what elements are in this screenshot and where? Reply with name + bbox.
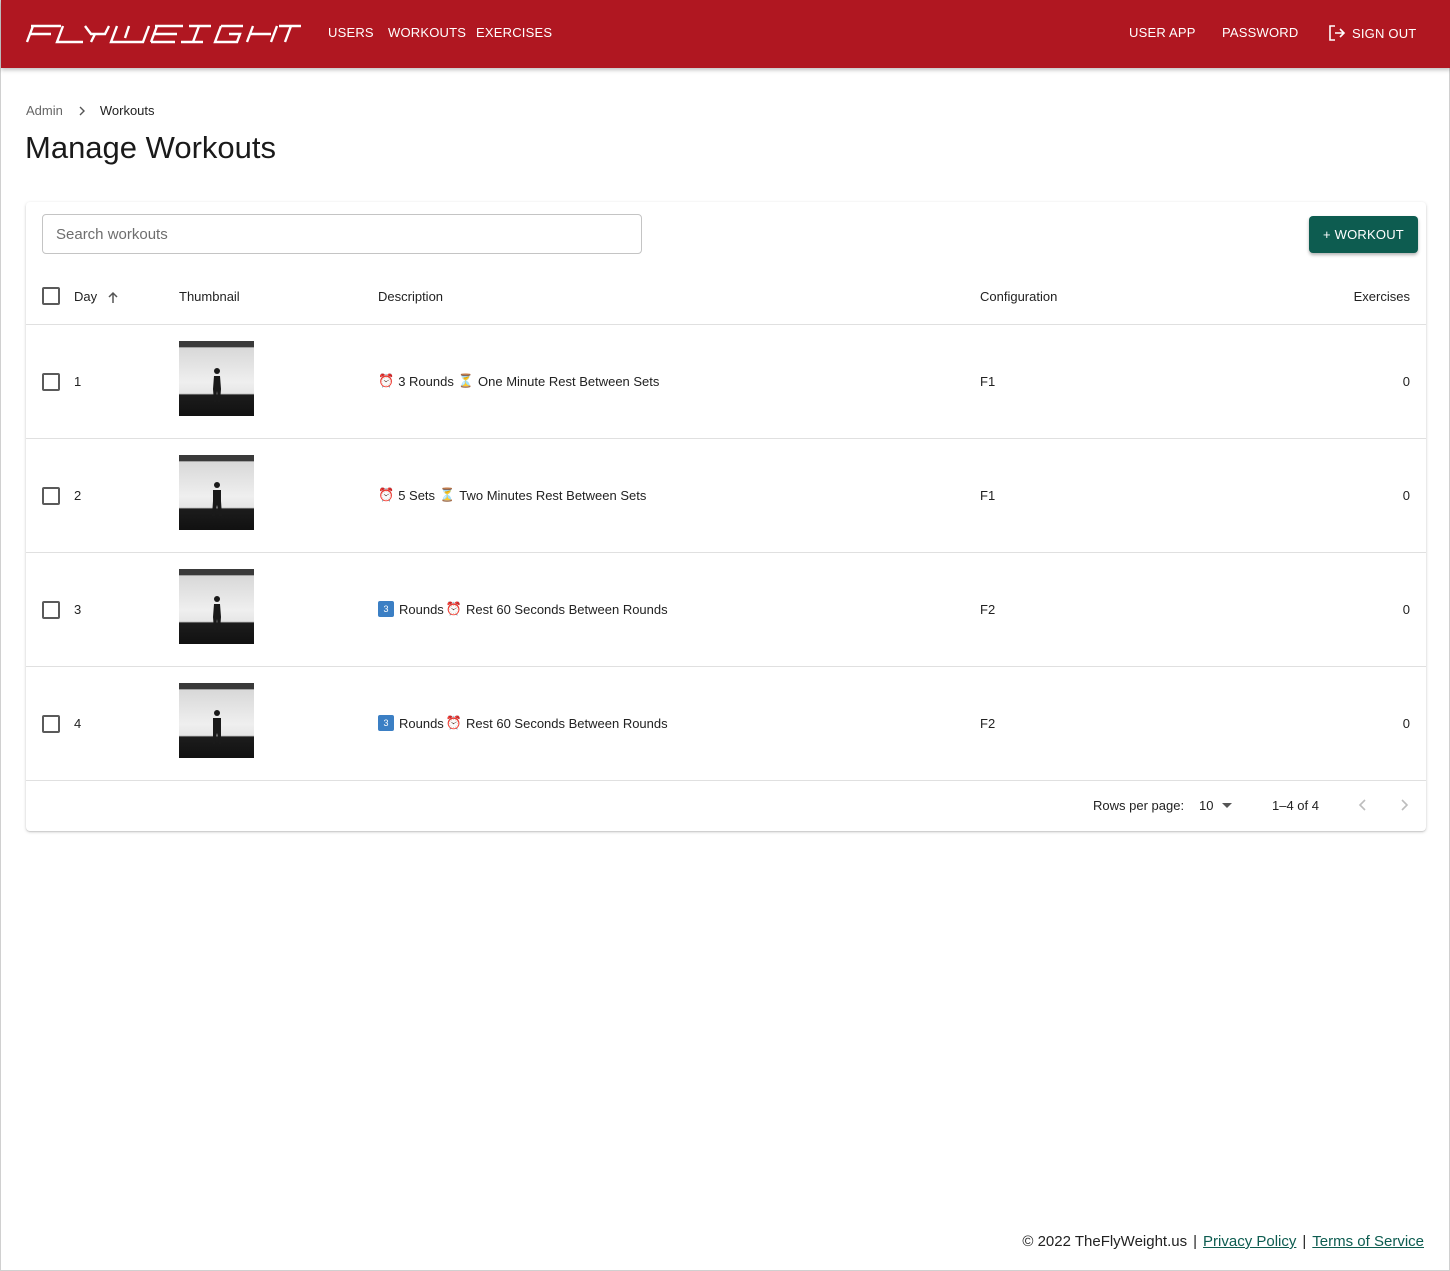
row-checkbox[interactable] <box>42 373 60 391</box>
row-description: ⏰ 5 Sets ⏳ Two Minutes Rest Between Sets <box>378 487 646 503</box>
add-workout-button[interactable]: + WORKOUT <box>1309 216 1418 253</box>
nav-exercises[interactable]: EXERCISES <box>476 25 552 40</box>
nav-users[interactable]: USERS <box>328 25 374 40</box>
alarm-clock-icon: ⏰ <box>378 373 395 388</box>
copyright-text: © 2022 TheFlyWeight.us <box>1022 1233 1188 1250</box>
search-input[interactable] <box>42 214 642 254</box>
row-configuration: F2 <box>980 716 996 731</box>
privacy-policy-link[interactable]: Privacy Policy <box>1203 1233 1296 1250</box>
row-day: 2 <box>74 488 82 503</box>
table-row[interactable]: 4 3 Rounds ⏰ Rest 60 Seconds Between Rou… <box>26 667 1426 781</box>
description-part-b: Two Minutes Rest Between Sets <box>459 487 647 503</box>
row-exercises: 0 <box>1402 488 1410 503</box>
alarm-clock-icon: ⏰ <box>445 601 462 616</box>
description-part-a: 3 Rounds <box>398 373 454 389</box>
row-day: 1 <box>74 374 82 389</box>
chevron-right-icon[interactable] <box>1394 795 1414 815</box>
alarm-clock-icon: ⏰ <box>445 715 462 730</box>
breadcrumb-admin[interactable]: Admin <box>26 103 63 118</box>
sign-out-button[interactable]: SIGN OUT <box>1328 24 1416 42</box>
row-exercises: 0 <box>1402 602 1410 617</box>
athlete-figure <box>213 596 221 630</box>
table-row[interactable]: 1 ⏰ 3 Rounds ⏳ One Minute Rest Between S… <box>26 325 1426 439</box>
column-exercises: Exercises <box>1353 289 1410 304</box>
alarm-clock-icon: ⏰ <box>378 487 395 502</box>
breadcrumb: Admin Workouts <box>26 103 155 118</box>
table-row[interactable]: 2 ⏰ 5 Sets ⏳ Two Minutes Rest Between Se… <box>26 439 1426 553</box>
description-part-b: One Minute Rest Between Sets <box>478 373 660 389</box>
workout-thumbnail[interactable] <box>179 569 254 644</box>
nav-password[interactable]: PASSWORD <box>1222 25 1298 40</box>
pagination-range: 1–4 of 4 <box>1272 798 1319 813</box>
rows-per-page-label: Rows per page: <box>1093 798 1185 813</box>
workout-thumbnail[interactable] <box>179 455 254 530</box>
description-part-b: Rest 60 Seconds Between Rounds <box>466 715 668 731</box>
row-configuration: F2 <box>980 602 996 617</box>
nav-workouts[interactable]: WORKOUTS <box>388 25 466 40</box>
athlete-figure <box>213 710 221 744</box>
description-part-a: 5 Sets <box>398 487 436 503</box>
column-day[interactable]: Day <box>74 289 120 305</box>
column-day-label: Day <box>74 289 98 304</box>
row-day: 3 <box>74 602 82 617</box>
row-exercises: 0 <box>1402 374 1410 389</box>
row-description: 3 Rounds ⏰ Rest 60 Seconds Between Round… <box>378 715 668 731</box>
rows-per-page-value: 10 <box>1199 798 1214 813</box>
table-header: Day Thumbnail Description Configuration … <box>26 272 1426 325</box>
select-all-checkbox[interactable] <box>42 287 60 305</box>
column-description: Description <box>378 289 444 304</box>
page-title: Manage Workouts <box>25 130 276 165</box>
row-configuration: F1 <box>980 488 996 503</box>
row-day: 4 <box>74 716 82 731</box>
row-exercises: 0 <box>1402 716 1410 731</box>
caret-down-icon <box>1222 802 1233 808</box>
row-checkbox[interactable] <box>42 601 60 619</box>
keycap-number-icon: 3 <box>378 601 394 617</box>
top-app-bar: USERS WORKOUTS EXERCISES USER APP PASSWO… <box>1 0 1450 68</box>
logout-icon <box>1329 25 1346 41</box>
description-part-a: Rounds <box>399 715 444 731</box>
footer-separator: | <box>1302 1233 1307 1250</box>
column-configuration: Configuration <box>980 289 1058 304</box>
chevron-left-icon[interactable] <box>1353 795 1373 815</box>
table-pagination: Rows per page: 10 1–4 of 4 <box>26 778 1426 831</box>
breadcrumb-current: Workouts <box>99 103 155 118</box>
keycap-number-icon: 3 <box>378 715 394 731</box>
site-footer: © 2022 TheFlyWeight.us | Privacy Policy | Te… <box>1022 1233 1424 1250</box>
sign-out-label: SIGN OUT <box>1352 25 1417 41</box>
description-part-a: Rounds <box>399 601 444 617</box>
nav-user-app[interactable]: USER APP <box>1129 25 1196 40</box>
rows-per-page-select[interactable]: 10 <box>1199 798 1233 813</box>
arrow-up-icon[interactable] <box>106 291 120 305</box>
column-thumbnail: Thumbnail <box>179 289 240 304</box>
terms-of-service-link[interactable]: Terms of Service <box>1312 1233 1424 1250</box>
hourglass-icon: ⏳ <box>439 487 456 502</box>
row-checkbox[interactable] <box>42 715 60 733</box>
athlete-figure <box>213 368 221 402</box>
flyweight-logo[interactable] <box>25 22 301 46</box>
row-configuration: F1 <box>980 374 996 389</box>
table-row[interactable]: 3 3 Rounds ⏰ Rest 60 Seconds Between Rou… <box>26 553 1426 667</box>
app-window: USERS WORKOUTS EXERCISES USER APP PASSWO… <box>0 0 1450 1271</box>
chevron-right-icon <box>79 106 85 115</box>
workout-thumbnail[interactable] <box>179 341 254 416</box>
footer-separator: | <box>1193 1233 1198 1250</box>
row-description: ⏰ 3 Rounds ⏳ One Minute Rest Between Set… <box>378 373 659 389</box>
row-checkbox[interactable] <box>42 487 60 505</box>
description-part-b: Rest 60 Seconds Between Rounds <box>466 601 668 617</box>
hourglass-icon: ⏳ <box>457 373 475 388</box>
workouts-table-card: + WORKOUT Day Thumbnail Description Conf… <box>26 202 1426 831</box>
workout-thumbnail[interactable] <box>179 683 254 758</box>
athlete-figure <box>212 482 222 516</box>
row-description: 3 Rounds ⏰ Rest 60 Seconds Between Round… <box>378 601 668 617</box>
